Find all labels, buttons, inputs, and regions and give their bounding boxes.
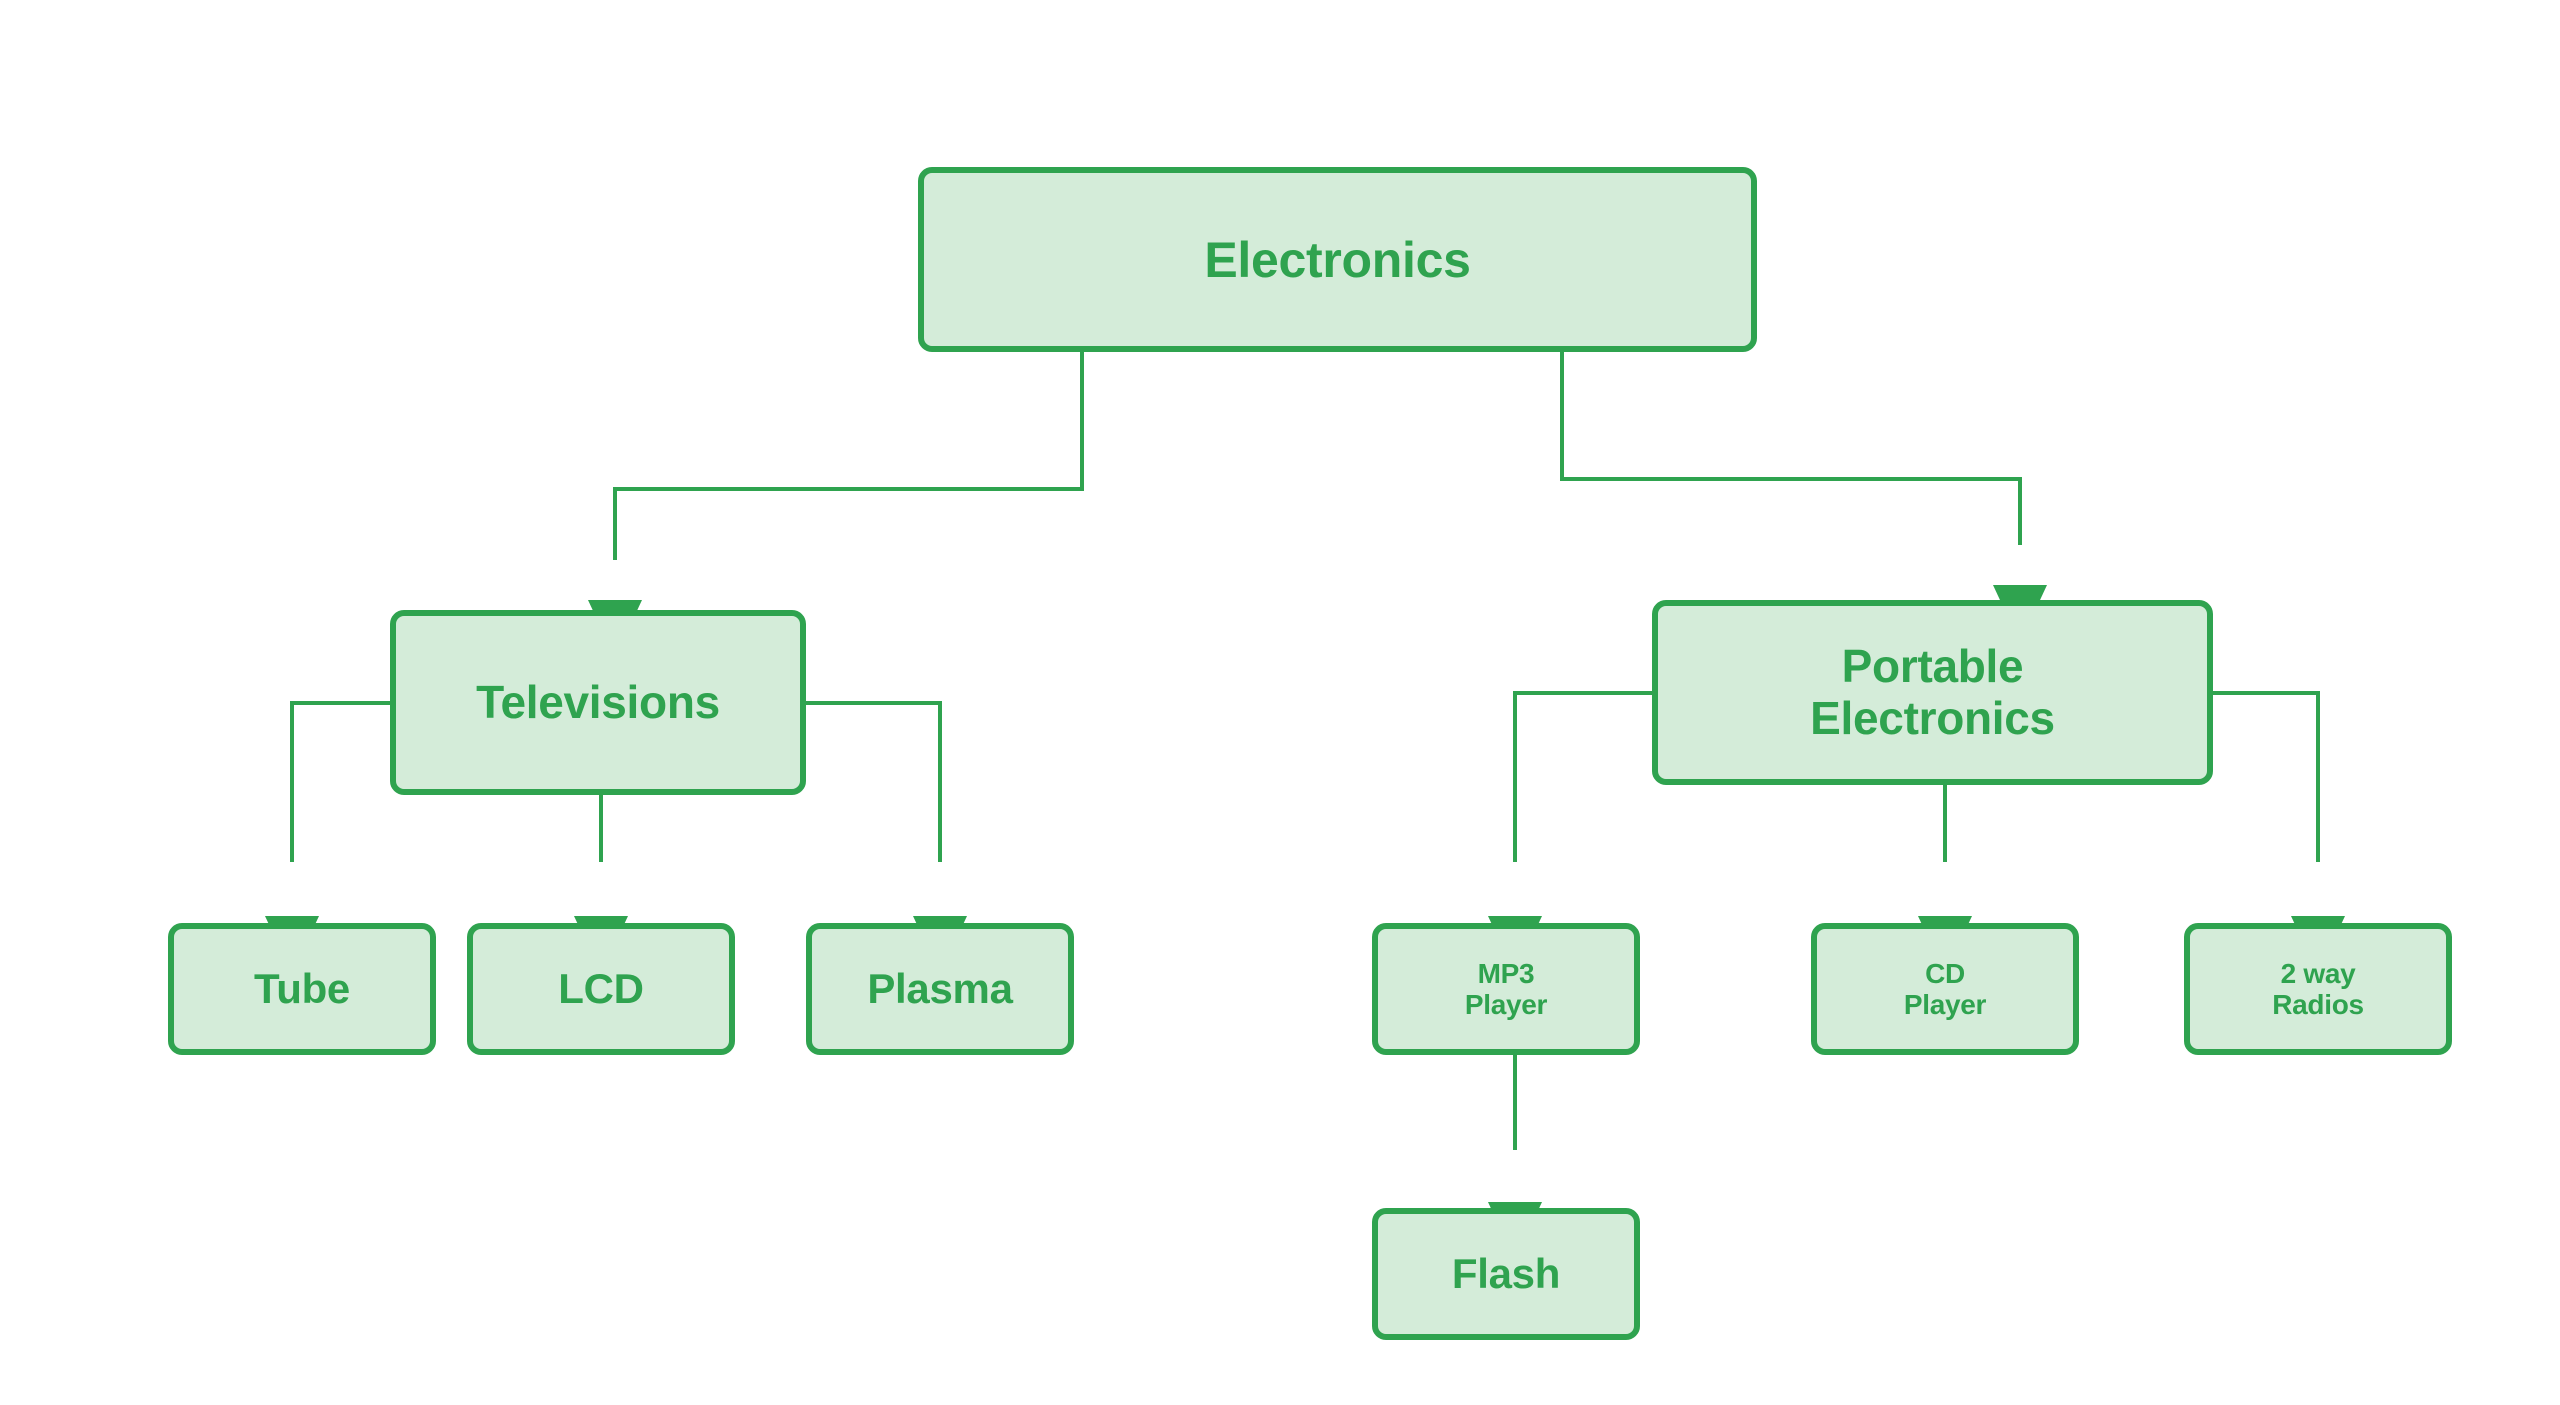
node-label-cd-player: CD Player (1903, 957, 1987, 1020)
node-label-flash: Flash (1451, 1250, 1561, 1298)
node-two-way-radios[interactable]: 2 way Radios (2184, 923, 2452, 1055)
node-lcd[interactable]: LCD (467, 923, 735, 1055)
edge-electronics-televisions (613, 352, 1084, 560)
node-label-televisions: Televisions (476, 675, 720, 728)
node-label-mp3-player: MP3 Player (1464, 957, 1548, 1020)
diagram-canvas: Electronics Televisions Portable Electroni… (0, 0, 2560, 1405)
node-label-two-way-radios: 2 way Radios (2272, 957, 2364, 1020)
node-label-lcd: LCD (558, 965, 644, 1013)
node-label-plasma: Plasma (867, 965, 1013, 1013)
node-televisions[interactable]: Televisions (390, 610, 806, 795)
node-portable-electronics[interactable]: Portable Electronics (1652, 600, 2213, 785)
node-label-electronics: Electronics (1204, 231, 1471, 288)
edge-portable-mp3 (1513, 691, 1652, 862)
node-mp3-player[interactable]: MP3 Player (1372, 923, 1640, 1055)
node-flash[interactable]: Flash (1372, 1208, 1640, 1340)
node-cd-player[interactable]: CD Player (1811, 923, 2079, 1055)
node-plasma[interactable]: Plasma (806, 923, 1074, 1055)
edge-televisions-plasma (806, 701, 942, 862)
edge-televisions-tube (290, 701, 390, 862)
node-tube[interactable]: Tube (168, 923, 436, 1055)
node-label-tube: Tube (253, 965, 350, 1013)
node-label-portable-electronics: Portable Electronics (1810, 639, 2055, 744)
edge-portable-radios (2213, 691, 2320, 862)
node-electronics[interactable]: Electronics (918, 167, 1757, 352)
edge-electronics-portable (1560, 352, 2022, 545)
